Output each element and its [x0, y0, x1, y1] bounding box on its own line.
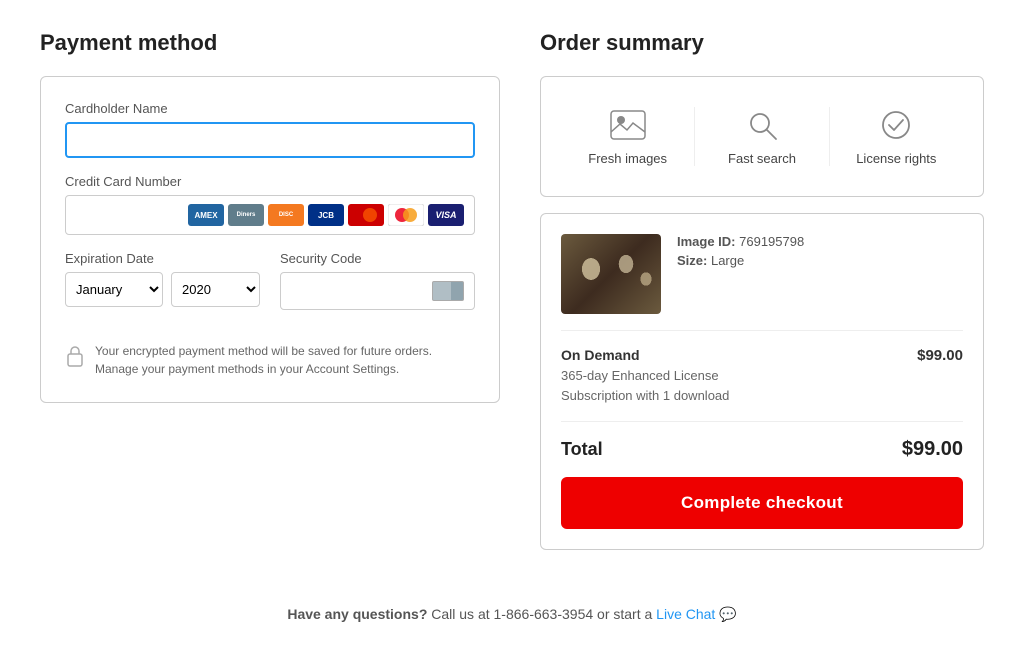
order-plan: On Demand $99.00 365-day Enhanced Licens…: [561, 347, 963, 405]
amex-icon: AMEX: [188, 204, 224, 226]
lock-notice: Your encrypted payment method will be sa…: [65, 342, 475, 378]
order-total-row: Total $99.00: [561, 421, 963, 461]
order-features-box: Fresh images Fast search: [540, 76, 984, 197]
image-id-value: 769195798: [739, 234, 804, 249]
security-input-wrapper[interactable]: [280, 272, 475, 310]
payment-section-title: Payment method: [40, 30, 500, 56]
credit-card-input-wrapper[interactable]: AMEX Diners DISC JCB VISA: [65, 195, 475, 235]
discover-icon: DISC: [268, 204, 304, 226]
mastercard-icon: [388, 204, 424, 226]
image-id: Image ID: 769195798: [677, 234, 963, 249]
order-item-box: Image ID: 769195798 Size: Large On Deman…: [540, 213, 984, 550]
thumbnail-overlay: [561, 234, 661, 314]
search-icon: [744, 107, 780, 143]
order-plan-header: On Demand $99.00: [561, 347, 963, 364]
order-details: Image ID: 769195798 Size: Large: [677, 234, 963, 268]
year-select[interactable]: 2020 2021 2022 2023 2024 2025 2026: [171, 272, 260, 307]
order-panel: Order summary Fresh images: [540, 30, 984, 566]
main-layout: Payment method Cardholder Name Credit Ca…: [40, 30, 984, 566]
feature-fast-search: Fast search: [695, 107, 829, 166]
feature-license-rights: License rights: [830, 107, 963, 166]
footer: Have any questions? Call us at 1-866-663…: [40, 606, 984, 623]
payment-box: Cardholder Name Credit Card Number AMEX …: [40, 76, 500, 403]
live-chat-link[interactable]: Live Chat: [656, 606, 715, 622]
cvv-icon: [432, 281, 464, 301]
chat-icon: 💬: [719, 606, 736, 622]
cardholder-input[interactable]: [65, 122, 475, 158]
expiry-selects: January February March April May June Ju…: [65, 272, 260, 307]
plan-name: On Demand: [561, 347, 640, 363]
size-label: Size:: [677, 253, 707, 268]
plan-description: 365-day Enhanced License Subscription wi…: [561, 366, 963, 405]
credit-card-group: Credit Card Number AMEX Diners DISC JCB: [65, 174, 475, 235]
plan-desc-line1: 365-day Enhanced License: [561, 366, 963, 386]
footer-question: Have any questions?: [287, 606, 427, 622]
image-id-label: Image ID:: [677, 234, 736, 249]
credit-card-label: Credit Card Number: [65, 174, 475, 189]
expiry-group: Expiration Date January February March A…: [65, 251, 260, 310]
order-section-title: Order summary: [540, 30, 984, 56]
checkout-button[interactable]: Complete checkout: [561, 477, 963, 529]
order-item: Image ID: 769195798 Size: Large: [561, 234, 963, 314]
maestro-icon: [348, 204, 384, 226]
diners-icon: Diners: [228, 204, 264, 226]
total-label: Total: [561, 439, 603, 460]
feature-fresh-images: Fresh images: [561, 107, 695, 166]
features-row: Fresh images Fast search: [561, 97, 963, 176]
lock-icon: [65, 344, 85, 373]
license-rights-label: License rights: [856, 151, 936, 166]
month-select[interactable]: January February March April May June Ju…: [65, 272, 163, 307]
card-icons: AMEX Diners DISC JCB VISA: [188, 204, 464, 226]
security-group: Security Code: [280, 251, 475, 310]
cardholder-label: Cardholder Name: [65, 101, 475, 116]
plan-desc-line2: Subscription with 1 download: [561, 386, 963, 406]
divider: [561, 330, 963, 331]
image-icon: [610, 107, 646, 143]
jcb-icon: JCB: [308, 204, 344, 226]
fast-search-label: Fast search: [728, 151, 796, 166]
total-amount: $99.00: [902, 438, 963, 461]
size-value: Large: [711, 253, 744, 268]
plan-price: $99.00: [917, 347, 963, 364]
visa-icon: VISA: [428, 204, 464, 226]
expiry-security-row: Expiration Date January February March A…: [65, 251, 475, 326]
payment-panel: Payment method Cardholder Name Credit Ca…: [40, 30, 500, 566]
lock-notice-text: Your encrypted payment method will be sa…: [95, 342, 475, 378]
footer-phone: Call us at 1-866-663-3954 or start a: [431, 606, 656, 622]
fresh-images-label: Fresh images: [588, 151, 667, 166]
expiry-label: Expiration Date: [65, 251, 260, 266]
image-size: Size: Large: [677, 253, 963, 268]
check-circle-icon: [878, 107, 914, 143]
product-thumbnail: [561, 234, 661, 314]
cardholder-group: Cardholder Name: [65, 101, 475, 158]
security-label: Security Code: [280, 251, 475, 266]
